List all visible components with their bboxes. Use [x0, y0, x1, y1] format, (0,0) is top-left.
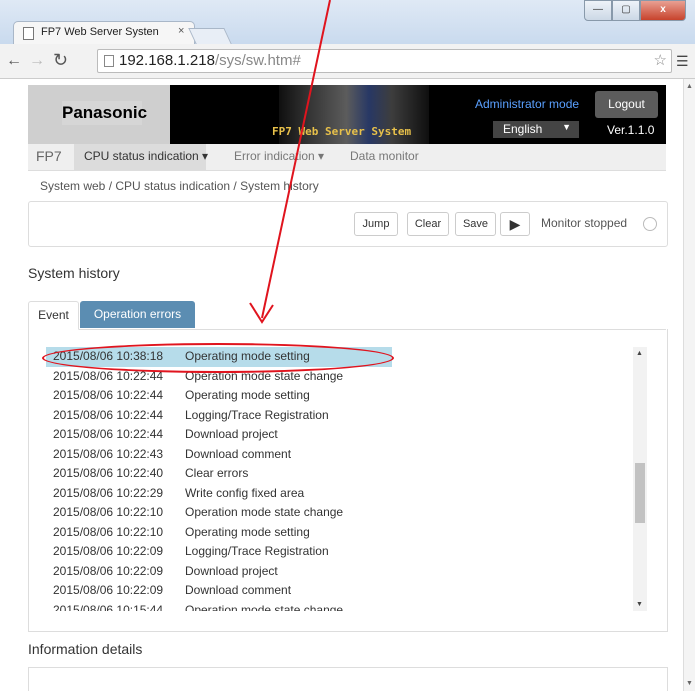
monitor-status: Monitor stopped [541, 216, 628, 230]
url-text: 192.168.1.218/sys/sw.htm# [119, 52, 301, 69]
nav-item-error-indication[interactable]: Error indication ▾ [234, 149, 324, 163]
details-box [28, 667, 668, 691]
list-item[interactable]: 2015/08/06 10:22:10 Operation mode state … [46, 503, 637, 523]
version-label: Ver.1.1.0 [607, 123, 655, 137]
section-title: System history [28, 265, 120, 281]
highlight-ellipse [42, 343, 394, 373]
bookmark-star-icon[interactable]: ☆ [654, 51, 667, 69]
back-arrow-icon[interactable]: ← [6, 52, 22, 70]
list-item[interactable]: 2015/08/06 10:22:29 Write config fixed ar… [46, 484, 637, 504]
window-controls: — ▢ x [584, 0, 686, 21]
event-list[interactable]: 2015/08/06 10:38:18 Operating mode settin… [46, 347, 637, 611]
address-bar[interactable]: 192.168.1.218/sys/sw.htm# ☆ [97, 49, 672, 73]
system-name: FP7 Web Server System [272, 125, 412, 138]
chevron-down-icon: ▼ [562, 122, 571, 132]
list-item[interactable]: 2015/08/06 10:22:09 Download comment [46, 581, 637, 601]
list-item[interactable]: 2015/08/06 10:15:44 Operation mode state … [46, 601, 637, 612]
new-tab-button[interactable] [188, 28, 232, 44]
list-item[interactable]: 2015/08/06 10:22:43 Download comment [46, 445, 637, 465]
tab-event[interactable]: Event [28, 301, 79, 330]
details-title: Information details [28, 641, 143, 657]
nav-item-cpu-status[interactable]: CPU status indication ▾ [74, 144, 209, 170]
tab-close-icon[interactable]: × [178, 25, 184, 37]
minimize-button[interactable]: — [584, 0, 612, 21]
tab-title: FP7 Web Server Systen [41, 26, 159, 38]
list-item[interactable]: 2015/08/06 10:22:09 Download project [46, 562, 637, 582]
nav-item-label: CPU status indication ▾ [84, 149, 209, 163]
list-scrollbar[interactable]: ▲ ▼ [633, 347, 647, 611]
tab-operation-errors[interactable]: Operation errors [80, 301, 195, 328]
maximize-button[interactable]: ▢ [612, 0, 640, 21]
breadcrumb: System web / CPU status indication / Sys… [40, 179, 319, 193]
logout-button[interactable]: Logout [595, 91, 658, 118]
forward-arrow-icon[interactable]: → [29, 52, 45, 70]
nav-item-data-monitor[interactable]: Data monitor [350, 149, 419, 163]
list-item[interactable]: 2015/08/06 10:22:09 Logging/Trace Registr… [46, 542, 637, 562]
brand-logo: Panasonic [62, 101, 147, 125]
scroll-down-icon[interactable]: ▼ [636, 601, 643, 608]
reload-icon[interactable]: ↻ [53, 50, 68, 71]
close-window-button[interactable]: x [640, 0, 686, 21]
main-navbar: FP7 CPU status indication ▾ Error indica… [28, 144, 666, 171]
list-item[interactable]: 2015/08/06 10:22:40 Clear errors [46, 464, 637, 484]
scroll-down-icon[interactable]: ▼ [686, 680, 693, 687]
language-select[interactable]: English ▼ [493, 121, 579, 138]
page-icon [23, 27, 34, 40]
page-scrollbar[interactable]: ▲ ▼ [683, 79, 695, 691]
list-item[interactable]: 2015/08/06 10:22:10 Operating mode settin… [46, 523, 637, 543]
scroll-thumb[interactable] [635, 463, 645, 523]
browser-menu-icon[interactable]: ☰ [676, 53, 689, 70]
browser-tab[interactable]: FP7 Web Server Systen × [13, 21, 195, 44]
save-button[interactable]: Save [455, 212, 496, 236]
browser-toolbar: ← → ↻ 192.168.1.218/sys/sw.htm# ☆ ☰ [0, 44, 695, 79]
language-value: English [503, 122, 543, 136]
browser-titlebar: FP7 Web Server Systen × — ▢ x [0, 0, 695, 44]
page-viewport: Panasonic FP7 Web Server System Administ… [0, 79, 683, 691]
jump-button[interactable]: Jump [354, 212, 398, 236]
admin-mode-label: Administrator mode [475, 97, 580, 111]
status-indicator-icon [643, 217, 657, 231]
list-item[interactable]: 2015/08/06 10:22:44 Download project [46, 425, 637, 445]
scroll-up-icon[interactable]: ▲ [686, 83, 693, 90]
header-banner: Panasonic FP7 Web Server System Administ… [28, 85, 666, 144]
control-panel: Jump Clear Save ▶ Monitor stopped [28, 201, 668, 247]
list-item[interactable]: 2015/08/06 10:22:44 Logging/Trace Registr… [46, 406, 637, 426]
scroll-up-icon[interactable]: ▲ [636, 350, 643, 357]
nav-brand[interactable]: FP7 [36, 148, 62, 164]
event-listbox[interactable]: 2015/08/06 10:38:18 Operating mode settin… [28, 329, 668, 632]
page-icon [104, 55, 114, 67]
play-icon[interactable]: ▶ [500, 212, 530, 236]
list-item[interactable]: 2015/08/06 10:22:44 Operating mode settin… [46, 386, 637, 406]
history-tabs: Event Operation errors [28, 301, 666, 330]
clear-button[interactable]: Clear [407, 212, 449, 236]
